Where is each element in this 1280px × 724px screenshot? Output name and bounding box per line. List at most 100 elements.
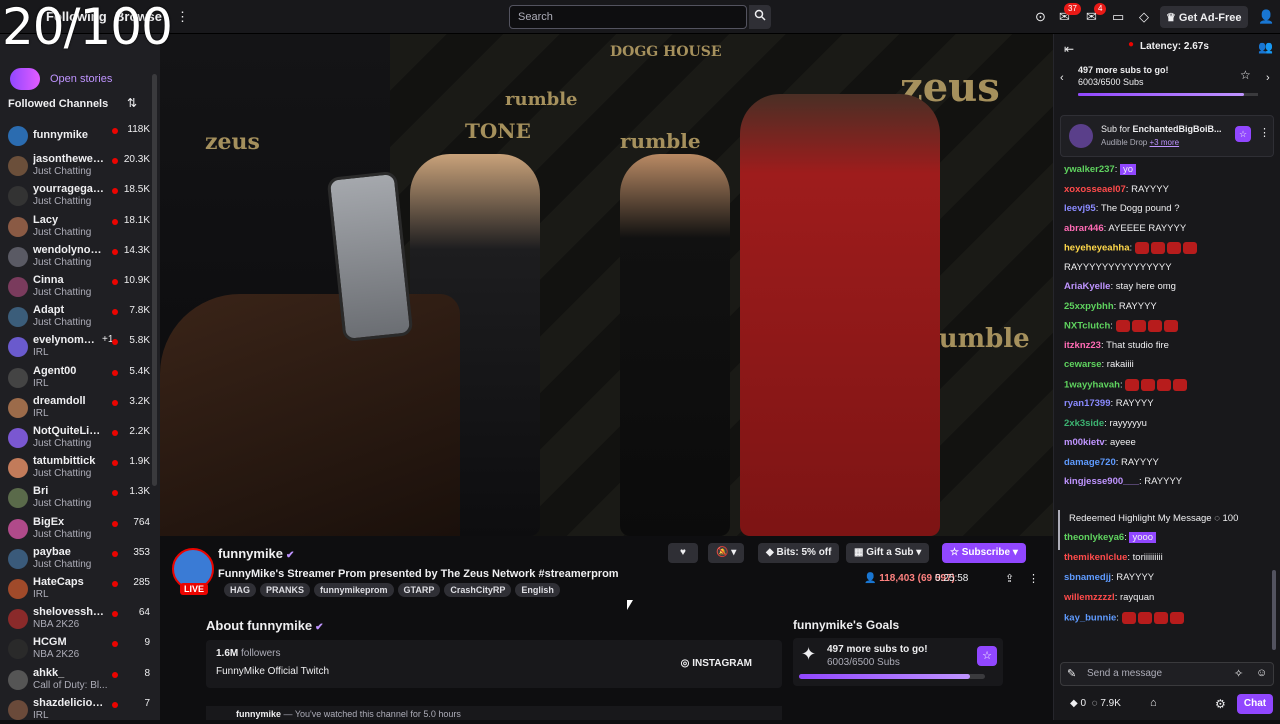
channel-name: shelovesshifty: [33, 606, 105, 619]
signage-text: rumble: [505, 89, 578, 110]
goal-subscribe-button[interactable]: ☆: [977, 646, 997, 666]
sidebar-channel-item[interactable]: yourragegami... Just Chatting 18.5K: [8, 182, 150, 210]
get-ad-free-button[interactable]: ♛ Get Ad-Free: [1160, 6, 1248, 28]
pinned-more-link[interactable]: +3 more: [1149, 138, 1179, 147]
chevron-right-icon[interactable]: ›: [1266, 72, 1270, 84]
bits-icon[interactable]: ◇: [1139, 9, 1149, 25]
chat-username[interactable]: 25xxpybhh: [1064, 301, 1114, 312]
chat-username[interactable]: m00kietv: [1064, 437, 1105, 448]
share-icon[interactable]: ⇪: [1005, 572, 1014, 585]
sidebar-channel-item[interactable]: Adapt Just Chatting 7.8K: [8, 303, 150, 331]
sidebar-channel-item[interactable]: wendolynortizz Just Chatting 14.3K: [8, 243, 150, 271]
sort-icon[interactable]: ⇅: [127, 96, 137, 110]
instagram-link[interactable]: ◎ INSTAGRAM: [681, 658, 752, 669]
sidebar-channel-item[interactable]: HCGM NBA 2K26 9: [8, 635, 150, 663]
profile-icon[interactable]: 👤: [1258, 9, 1274, 25]
sidebar-channel-item[interactable]: Bri Just Chatting 1.3K: [8, 484, 150, 512]
more-options-icon[interactable]: ⋮: [1028, 572, 1039, 585]
bits-button[interactable]: ◆ Bits: 5% off: [758, 543, 840, 563]
notifications-toggle-button[interactable]: 🔕 ▾: [708, 543, 745, 563]
star-icon: ☆: [950, 547, 962, 558]
users-icon[interactable]: 👥: [1258, 40, 1273, 54]
chat-username[interactable]: damage720: [1064, 457, 1116, 468]
chat-username[interactable]: theonlykeya6: [1064, 532, 1124, 543]
stream-tag[interactable]: PRANKS: [260, 583, 311, 597]
chat-username[interactable]: AriaKyelle: [1064, 281, 1110, 292]
streamer-name[interactable]: funnymike ✔: [218, 546, 294, 561]
sidebar-channel-item[interactable]: Cinna Just Chatting 10.9K: [8, 273, 150, 301]
inventory-icon[interactable]: ⌂: [1150, 697, 1157, 709]
gift-sub-button[interactable]: ▦ Gift a Sub ▾: [846, 543, 930, 563]
sidebar-channel-item[interactable]: HateCaps IRL 285: [8, 575, 150, 603]
chat-username[interactable]: cewarse: [1064, 359, 1102, 370]
search-button[interactable]: [749, 5, 771, 29]
stream-tag[interactable]: GTARP: [397, 583, 441, 597]
star-icon[interactable]: ☆: [1235, 126, 1251, 142]
live-dot-icon: [112, 158, 118, 165]
whispers-icon[interactable]: ▭: [1112, 9, 1124, 25]
stream-tag[interactable]: HAG: [224, 583, 256, 597]
more-options-icon[interactable]: ⋮: [1259, 126, 1270, 139]
stream-tag[interactable]: English: [515, 583, 560, 597]
pinned-sub-card[interactable]: Sub for EnchantedBigBoiB... Audible Drop…: [1060, 115, 1274, 157]
sidebar-channel-item[interactable]: NotQuiteLikeDuB Just Chatting 2.2K: [8, 424, 150, 452]
more-icon[interactable]: ⋮: [176, 9, 189, 25]
chat-username[interactable]: ryan17399: [1064, 398, 1110, 409]
chat-username[interactable]: abrar446: [1064, 223, 1104, 234]
emote-picker-icon[interactable]: ☺: [1256, 667, 1267, 679]
prime-icon[interactable]: ⊙: [1035, 9, 1046, 25]
sidebar-channel-item[interactable]: paybae Just Chatting 353: [8, 545, 150, 573]
sidebar-channel-item[interactable]: ahkk_ Call of Duty: Bl... 8: [8, 666, 150, 694]
chat-username[interactable]: heyeheyeahha: [1064, 243, 1129, 254]
open-stories[interactable]: Open stories: [8, 66, 112, 92]
search-input[interactable]: Search: [509, 5, 747, 29]
sidebar-channel-item[interactable]: jasontheween Just Chatting 20.3K: [8, 152, 150, 180]
channel-points[interactable]: ◆ 0 ◌ 7.9K: [1070, 698, 1121, 709]
channel-avatar: [8, 699, 28, 720]
live-dot-icon: [112, 279, 118, 285]
video-player[interactable]: zeus rumble DOGG HOUSE TONE rumble zeus …: [160, 34, 1053, 536]
chat-username[interactable]: itzknz23: [1064, 340, 1101, 351]
channel-name: ahkk_: [33, 666, 65, 679]
chat-username[interactable]: xoxosseael07: [1064, 184, 1126, 195]
chat-text: ayeee: [1109, 437, 1136, 448]
bits-cheer-icon[interactable]: ✎: [1067, 667, 1076, 680]
chat-username[interactable]: leevj95: [1064, 203, 1096, 214]
sidebar-channel-item[interactable]: tatumbittick Just Chatting 1.9K: [8, 454, 150, 482]
settings-gear-icon[interactable]: ⚙: [1215, 697, 1226, 711]
channel-name: jasontheween: [33, 153, 105, 166]
chat-username[interactable]: kay_bunnie: [1064, 613, 1116, 624]
star-icon[interactable]: ☆: [1240, 68, 1251, 82]
sidebar-channel-item[interactable]: shelovesshifty NBA 2K26 64: [8, 605, 150, 633]
sidebar-channel-item[interactable]: BigEx Just Chatting 764: [8, 515, 150, 543]
chat-username[interactable]: 2xk3side: [1064, 418, 1104, 429]
channel-viewers: 764: [133, 516, 150, 528]
sidebar-channel-item[interactable]: dreamdoll IRL 3.2K: [8, 394, 150, 422]
chat-scrollbar[interactable]: [1272, 570, 1276, 650]
chat-username[interactable]: themikenlclue: [1064, 552, 1127, 563]
chat-username[interactable]: sbnamedjj: [1064, 572, 1111, 583]
stream-tag[interactable]: CrashCityRP: [444, 583, 512, 597]
subscribe-button[interactable]: ☆ Subscribe ▾: [942, 543, 1026, 563]
channel-avatar: [8, 186, 28, 207]
stream-tag[interactable]: funnymikeprom: [314, 583, 394, 597]
pinned-title-name: EnchantedBigBoiB...: [1132, 124, 1222, 134]
sidebar-scrollbar[interactable]: [152, 74, 157, 486]
chat-username[interactable]: willemzzzzl: [1064, 592, 1115, 603]
chat-send-button[interactable]: Chat: [1237, 694, 1273, 714]
chat-username[interactable]: 1wayyhavah: [1064, 379, 1120, 390]
chat-message: ywalker237: yo: [1064, 164, 1137, 175]
sidebar-channel-item[interactable]: Agent00 IRL 5.4K: [8, 364, 150, 392]
magic-icon[interactable]: ✧: [1234, 667, 1243, 680]
chat-username[interactable]: kingjesse900___: [1064, 476, 1139, 487]
collapse-chat-icon[interactable]: ⇤: [1064, 42, 1074, 56]
sidebar-channel-item[interactable]: Lacy Just Chatting 18.1K: [8, 213, 150, 241]
chevron-left-icon[interactable]: ‹: [1060, 72, 1064, 84]
chat-username[interactable]: ywalker237: [1064, 164, 1115, 175]
sidebar-channel-item[interactable]: evelynomad... IRL +1 5.8K: [8, 333, 150, 361]
chat-message: AriaKyelle: stay here omg: [1064, 281, 1176, 292]
chat-text: RAYYYY: [1115, 398, 1154, 409]
sidebar-channel-item[interactable]: funnymike 118K: [8, 122, 150, 150]
follow-heart-button[interactable]: ♥: [668, 543, 698, 563]
chat-username[interactable]: NXTclutch: [1064, 321, 1110, 332]
